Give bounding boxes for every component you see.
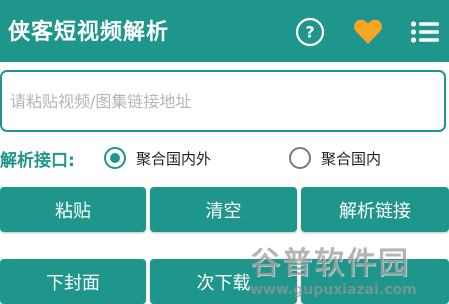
svg-text:?: ? (305, 23, 314, 42)
help-icon[interactable]: ? (294, 16, 326, 48)
extra-action-button[interactable] (301, 259, 449, 304)
api-label: 解析接口: (0, 151, 75, 171)
menu-list-icon[interactable] (409, 16, 441, 48)
download-button[interactable]: 次下载 (150, 259, 297, 304)
radio-unchecked-icon (289, 147, 311, 169)
api-selector: 解析接口: 聚合国内外 聚合国内 (0, 143, 449, 173)
paste-button[interactable]: 粘贴 (0, 187, 146, 232)
parse-link-button[interactable]: 解析链接 (301, 187, 449, 232)
radio-option-global[interactable]: 聚合国内外 (104, 144, 211, 172)
download-cover-button[interactable]: 下封面 (0, 259, 146, 304)
radio-option-domestic[interactable]: 聚合国内 (289, 144, 381, 172)
clear-button[interactable]: 清空 (150, 187, 297, 232)
app-title: 侠客短视频解析 (8, 20, 170, 45)
heart-icon[interactable] (352, 16, 384, 48)
link-url-input[interactable] (0, 70, 446, 132)
radio-option-label: 聚合国内 (321, 149, 382, 168)
radio-checked-icon (104, 147, 126, 169)
radio-option-label: 聚合国内外 (136, 149, 212, 168)
app-header: 侠客短视频解析 ? (0, 0, 449, 62)
